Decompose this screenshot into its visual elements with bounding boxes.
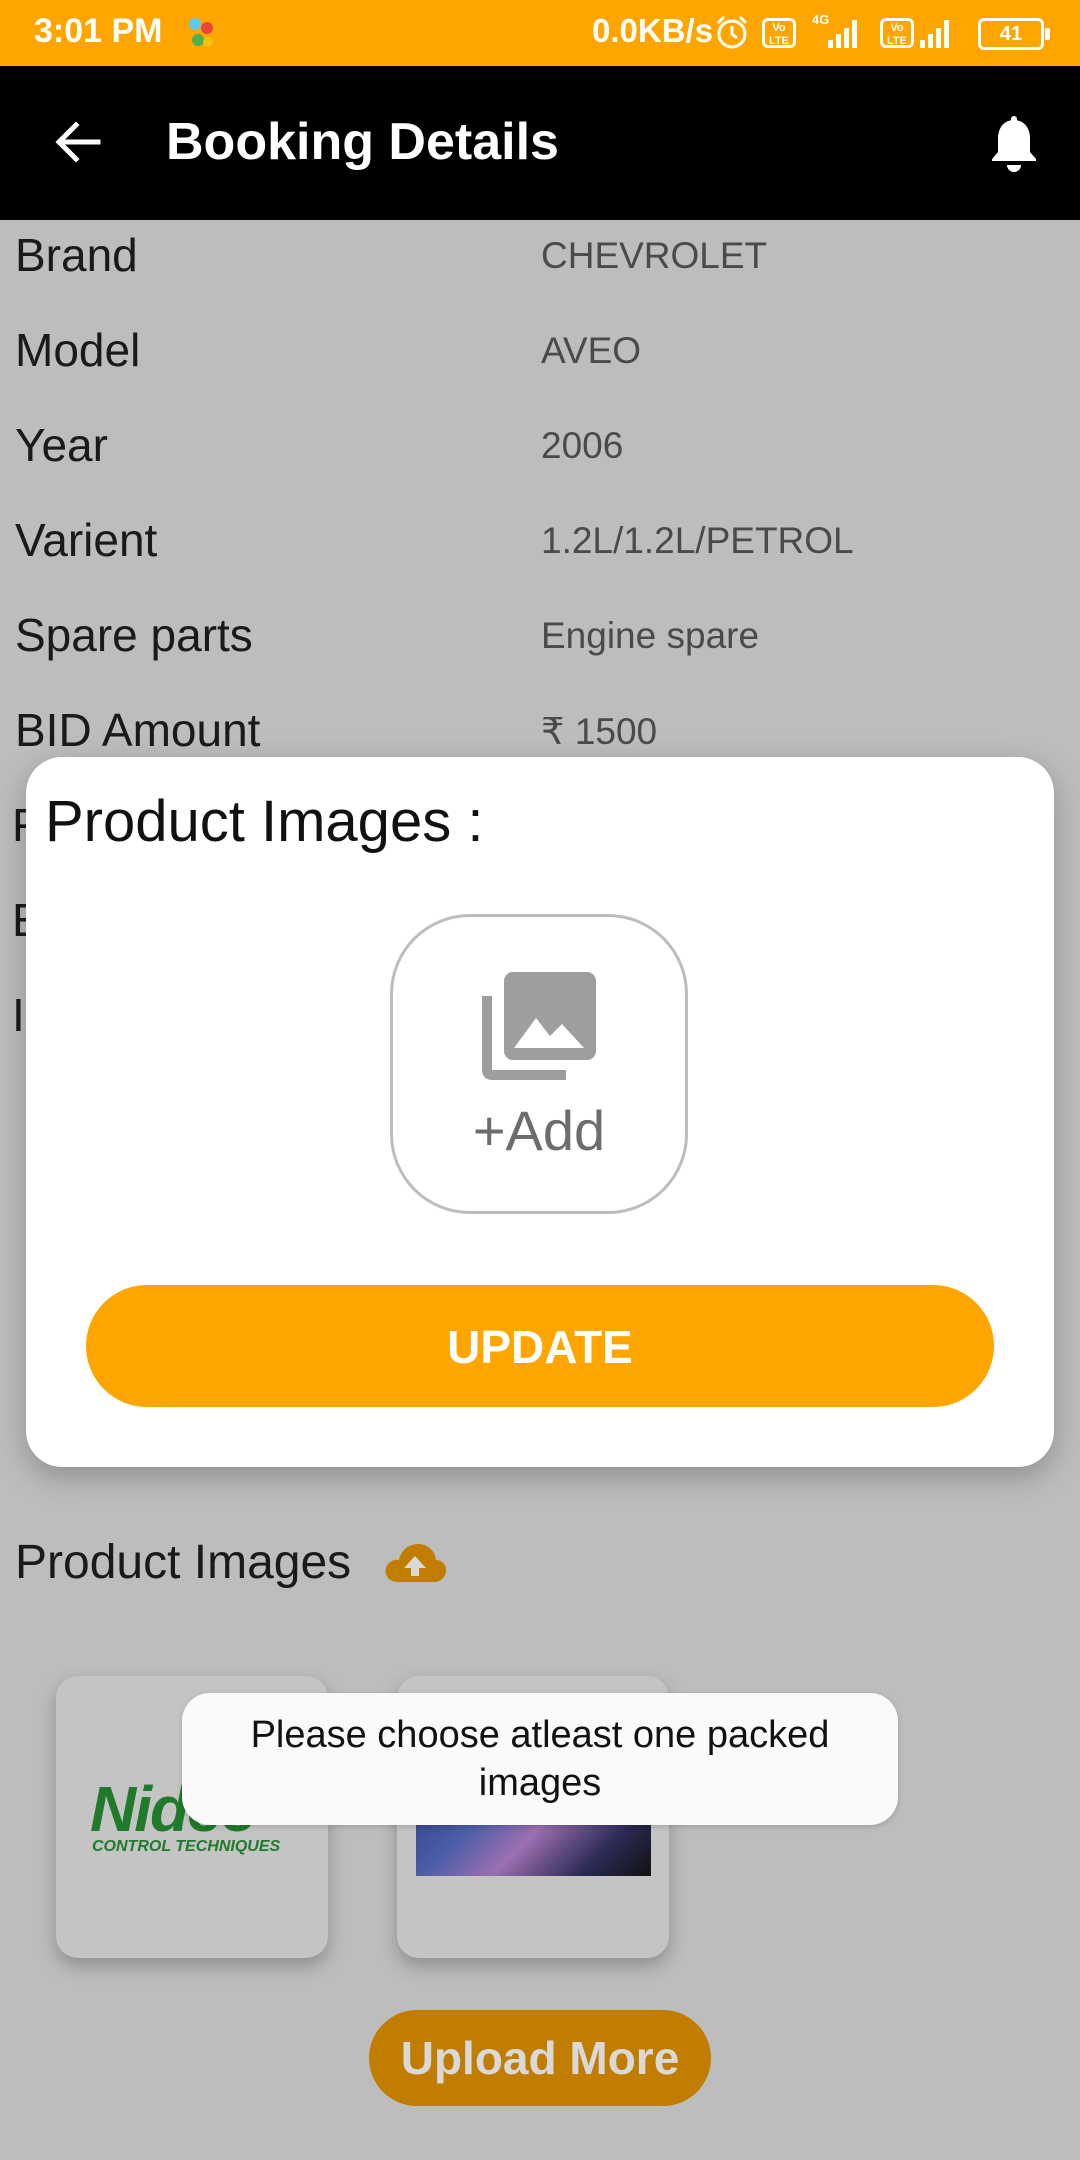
app-bar: Booking Details <box>0 66 1080 220</box>
bell-icon[interactable] <box>986 114 1042 174</box>
page-title: Booking Details <box>166 113 559 171</box>
detail-label-variant: Varient <box>15 514 158 566</box>
photo-library-icon <box>482 972 596 1080</box>
detail-label-spare-parts: Spare parts <box>15 609 253 661</box>
detail-label-partial: I <box>12 989 25 1041</box>
detail-value-year: 2006 <box>541 425 624 466</box>
battery-icon: 41 <box>978 18 1044 50</box>
detail-label-year: Year <box>15 419 108 471</box>
cloud-upload-icon[interactable] <box>382 1538 448 1588</box>
detail-value-model: AVEO <box>541 330 642 371</box>
detail-value-bid-amount: ₹ 1500 <box>541 711 658 752</box>
volte-icon: Vo LTE <box>762 18 796 48</box>
product-images-heading: Product Images <box>15 1536 352 1589</box>
dialog-title: Product Images : <box>45 789 484 854</box>
logo-subtext: CONTROL TECHNIQUES <box>92 1838 281 1855</box>
detail-label-bid-amount: BID Amount <box>15 704 261 756</box>
volte-icon-2: Vo LTE <box>880 18 914 48</box>
arrow-back-icon[interactable] <box>48 112 108 172</box>
signal-icon <box>828 20 857 48</box>
app-notification-icon <box>189 18 213 47</box>
battery-tip <box>1045 28 1050 40</box>
detail-label-model: Model <box>15 324 141 376</box>
toast-message: Please choose atleast one packed images <box>182 1693 898 1825</box>
detail-value-variant: 1.2L/1.2L/PETROL <box>541 520 854 561</box>
detail-label-brand: Brand <box>15 229 138 281</box>
alarm-icon <box>716 15 748 49</box>
add-image-label: +Add <box>472 1099 606 1162</box>
signal-icon-2 <box>920 20 949 48</box>
update-button[interactable]: UPDATE <box>86 1285 994 1407</box>
status-bar: 3:01 PM 0.0KB/s Vo LTE 4G Vo LTE 41 <box>0 0 1080 66</box>
upload-more-button[interactable]: Upload More <box>369 2010 711 2106</box>
detail-value-brand: CHEVROLET <box>541 235 768 276</box>
status-time: 3:01 PM <box>34 12 163 50</box>
network-speed: 0.0KB/s <box>592 12 714 49</box>
detail-value-spare-parts: Engine spare <box>541 615 760 656</box>
